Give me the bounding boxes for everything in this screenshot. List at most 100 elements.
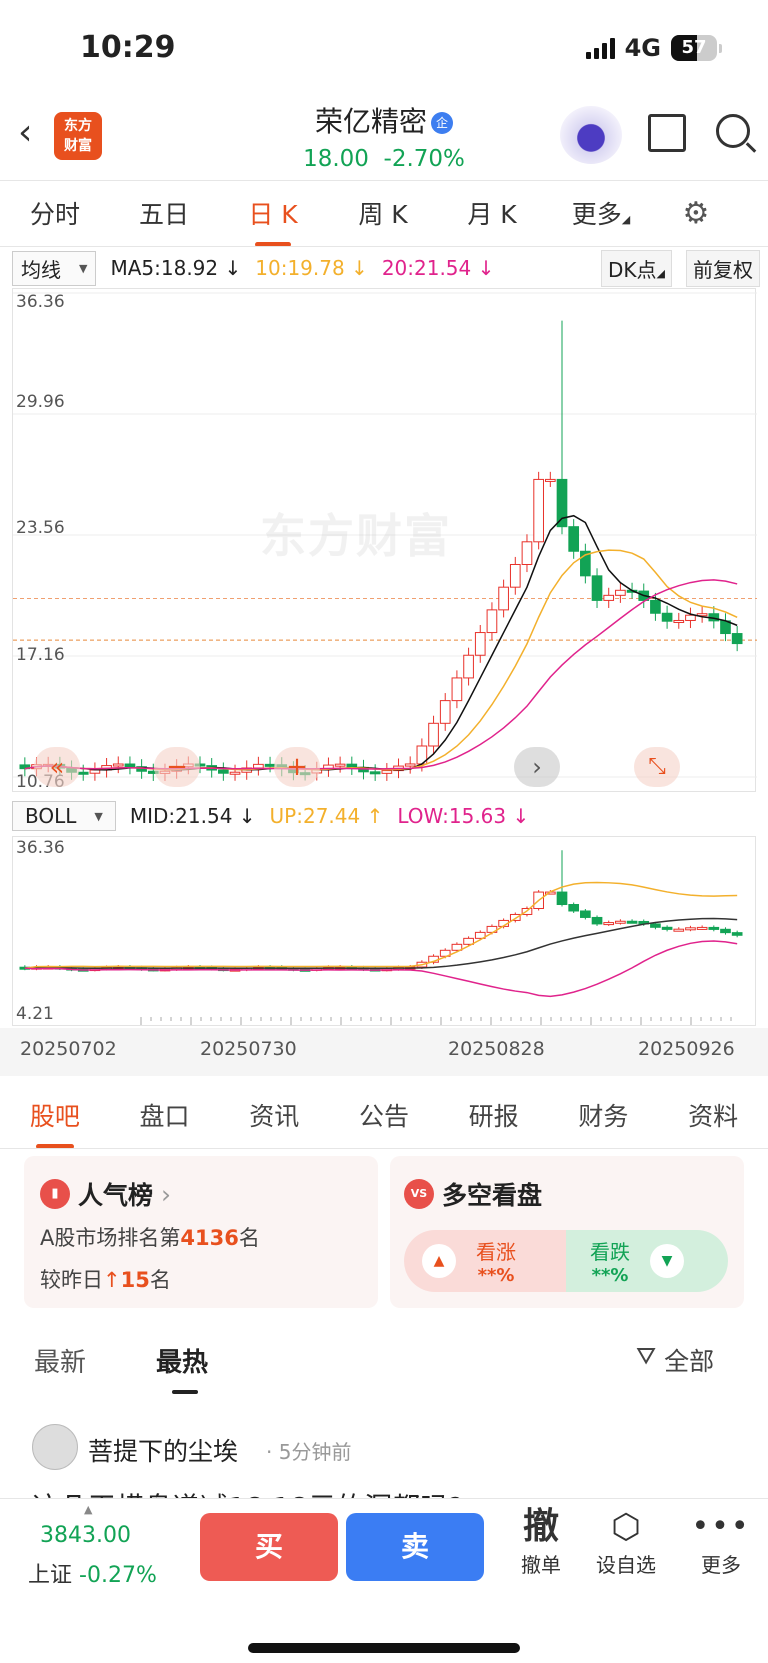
candle-body [124, 763, 136, 768]
cancel-order-tool[interactable]: 撤 撤单 [504, 1505, 578, 1578]
boll-up-line [24, 881, 738, 969]
date-label: 20250702 [20, 1038, 117, 1060]
boll-candle-body [615, 920, 626, 924]
info-tabs: 股吧 盘口 资讯 公告 研报 财务 资料 [0, 1080, 768, 1150]
cancel-label: 撤单 [521, 1553, 561, 1577]
axis-label: 36.36 [16, 292, 65, 312]
candle-body [731, 633, 743, 645]
divider [0, 246, 768, 247]
boll-candle-body [591, 916, 603, 925]
divider [0, 1148, 768, 1149]
feed-filter[interactable]: ⛛ 全部 [636, 1342, 714, 1378]
date-label: 20250828 [448, 1038, 545, 1060]
bear-button[interactable]: 看跌 **% ▼ [566, 1230, 728, 1292]
candle-body [451, 677, 463, 702]
candle-body [334, 763, 346, 767]
more-dots-icon: ••• [691, 1509, 751, 1544]
change-suffix: 名 [149, 1268, 171, 1292]
candle-body [556, 478, 568, 528]
candle-body [544, 478, 556, 482]
avatar[interactable] [32, 1424, 78, 1470]
boll-mid-line [24, 917, 738, 970]
candle-body [253, 763, 264, 769]
tab-more-label: 更多 [571, 200, 622, 229]
tab-announcements[interactable]: 公告 [359, 1097, 409, 1133]
tab-profile[interactable]: 资料 [688, 1097, 738, 1133]
tab-intraday[interactable]: 分时 [0, 195, 110, 231]
more-tool[interactable]: ••• 更多 [684, 1505, 758, 1578]
zoom-in-icon[interactable]: + [274, 747, 320, 787]
arrow-up-icon: ↑ [103, 1268, 121, 1292]
index-change: -0.27% [79, 1563, 157, 1588]
index-line[interactable]: 上证 -0.27% [28, 1557, 157, 1589]
search-icon[interactable] [716, 114, 750, 148]
boll-axis-label: 4.21 [16, 1004, 54, 1024]
fullscreen-icon[interactable]: ⤡ [634, 747, 680, 787]
tab-guba[interactable]: 股吧 [30, 1097, 80, 1149]
post-author[interactable]: 菩提下的尘埃 [88, 1432, 238, 1468]
ma-selector[interactable]: 均线 ▼ [12, 250, 97, 286]
candle-body [381, 770, 393, 774]
zoom-out-icon[interactable]: − [154, 747, 200, 787]
sell-button[interactable]: 卖 [346, 1513, 484, 1581]
arrow-down-icon: ▼ [650, 1244, 684, 1278]
scroll-left-icon[interactable]: « [34, 747, 80, 787]
feed-tab-hottest[interactable]: 最热 [156, 1342, 208, 1379]
candle-body [673, 619, 685, 623]
boll-candle-body [708, 926, 720, 930]
bear-value: **% [591, 1265, 629, 1286]
ma-indicator-row: 均线 ▼ MA5:18.92 ↓ 10:19.78 ↓ 20:21.54 ↓ DK… [12, 249, 760, 287]
bull-button[interactable]: ▲ 看涨 **% [404, 1230, 566, 1292]
tab-weekly-k[interactable]: 周 K [328, 195, 438, 231]
index-value[interactable]: 3843.00 [40, 1523, 131, 1548]
candle-body [533, 478, 544, 543]
bull-label: 看涨 [476, 1240, 516, 1264]
tab-more[interactable]: 更多◢ [546, 195, 656, 231]
sentiment-title-row: VS 多空看盘 [404, 1176, 542, 1212]
index-name: 上证 [28, 1563, 73, 1588]
boll-candle-body [509, 913, 521, 921]
tab-market[interactable]: 盘口 [140, 1097, 190, 1133]
tab-monthly-k[interactable]: 月 K [438, 195, 546, 231]
popularity-card[interactable]: ▮ 人气榜 › A股市场排名第4136名 较昨日↑15名 [24, 1156, 378, 1308]
change-value: 15 [120, 1268, 150, 1292]
ma-selector-label: 均线 [21, 257, 61, 282]
share-icon[interactable] [648, 114, 686, 152]
expand-up-icon[interactable]: ▲ [84, 1503, 92, 1516]
post-time: · 5分钟前 [266, 1440, 352, 1464]
boll-candle-body [720, 928, 731, 934]
sentiment-bar: ▲ 看涨 **% 看跌 **% ▼ [404, 1230, 728, 1292]
boll-candle-body [556, 891, 568, 906]
boll-candle-body [603, 922, 615, 926]
add-watchlist-tool[interactable]: ⬡ 设自选 [588, 1505, 664, 1578]
candle-body [229, 771, 241, 775]
candle-body [463, 654, 474, 679]
candle-body [404, 763, 416, 767]
boll-mid-value: MID:21.54 ↓ [129, 804, 256, 828]
tab-daily-k[interactable]: 日 K [218, 195, 328, 247]
rank-prefix: A股市场排名第 [40, 1226, 181, 1250]
dk-point-button[interactable]: DK点◢ [601, 249, 672, 287]
boll-chart[interactable] [12, 836, 756, 1026]
stock-name: 荣亿精密 [314, 105, 427, 138]
boll-up-value: UP:27.44 ↑ [269, 804, 384, 828]
assistant-robot-icon[interactable] [560, 106, 622, 164]
watermark: 东方财富 [260, 509, 452, 563]
boll-selector[interactable]: BOLL ▼ [12, 801, 116, 831]
buy-button[interactable]: 买 [200, 1513, 338, 1581]
boll-candle-body [731, 932, 743, 936]
tab-news[interactable]: 资讯 [249, 1097, 299, 1133]
candle-body [591, 575, 603, 601]
adjust-button[interactable]: 前复权 [686, 249, 760, 287]
boll-candle-body [685, 927, 696, 931]
scroll-right-icon[interactable]: › [514, 747, 560, 787]
feed-tab-latest[interactable]: 最新 [34, 1342, 86, 1379]
post-text[interactable]: 这几天横盘递减18.18元的洞都吗? [32, 1486, 732, 1498]
tab-research[interactable]: 研报 [469, 1097, 519, 1133]
tab-finance[interactable]: 财务 [578, 1097, 628, 1133]
candle-body [77, 771, 89, 775]
home-indicator [248, 1643, 520, 1653]
filter-icon: ⛛ [636, 1342, 657, 1370]
settings-gear-icon[interactable]: ⚙ [656, 196, 736, 231]
tab-five-day[interactable]: 五日 [110, 195, 218, 231]
